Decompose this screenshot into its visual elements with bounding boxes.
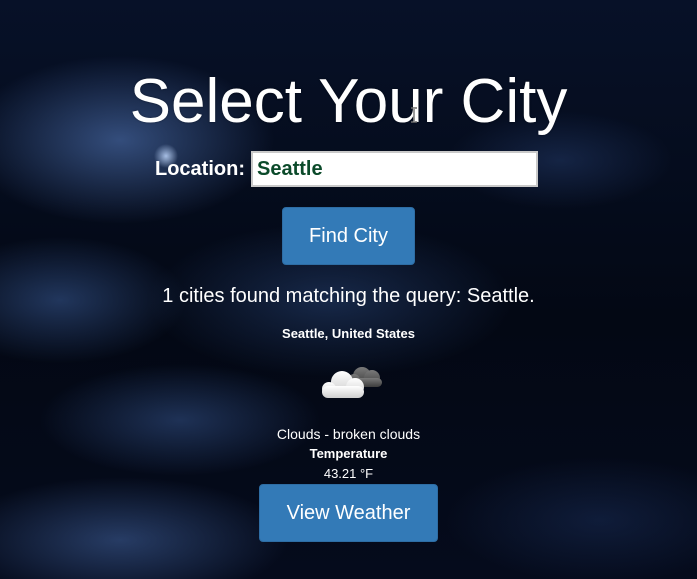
broken-clouds-icon	[322, 367, 382, 398]
location-input[interactable]	[251, 151, 538, 187]
temperature-value: 43.21 °F	[323, 466, 374, 481]
page-title: Select Your City	[129, 67, 568, 136]
city-name: Seattle, United States	[282, 326, 415, 341]
view-weather-button[interactable]: View Weather	[259, 484, 438, 542]
location-row: Location:	[155, 151, 538, 187]
city-selection-page: Select Your City Location: Find City 1 c…	[0, 0, 697, 579]
find-city-button[interactable]: Find City	[282, 207, 415, 265]
temperature-label: Temperature	[309, 446, 388, 461]
results-summary: 1 cities found matching the query: Seatt…	[162, 285, 535, 307]
weather-description: Clouds - broken clouds	[276, 426, 421, 442]
location-label: Location:	[155, 157, 245, 180]
text-cursor-icon	[411, 107, 417, 123]
